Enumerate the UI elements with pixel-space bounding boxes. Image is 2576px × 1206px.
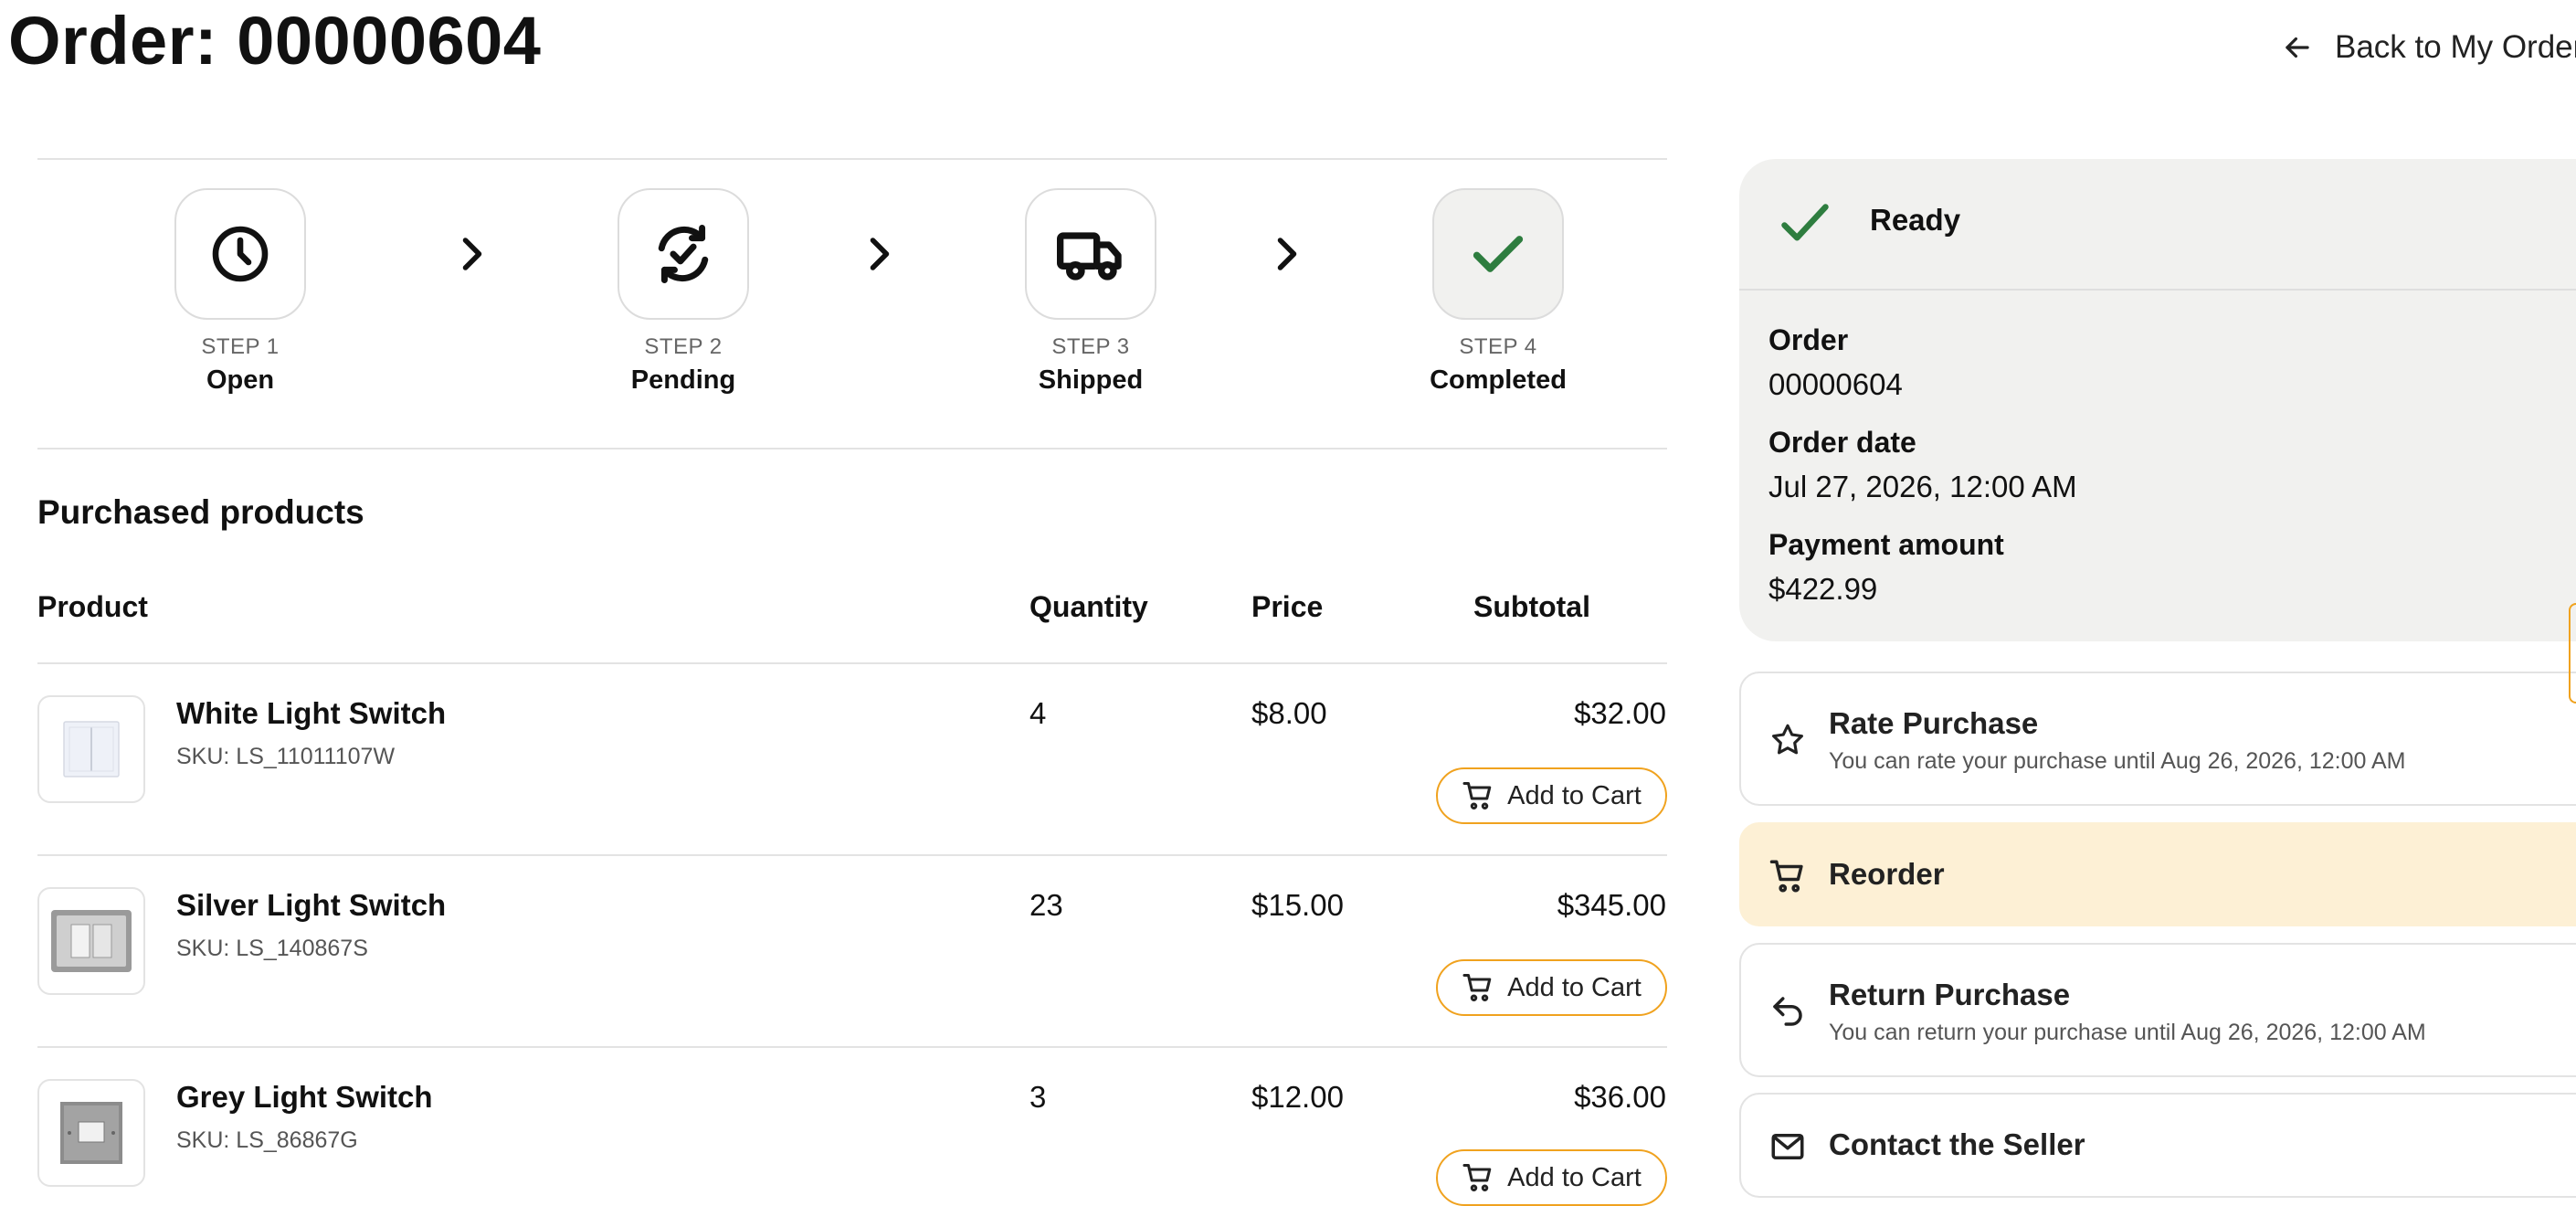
- product-price: $12.00: [1251, 1080, 1344, 1114]
- star-icon: [1768, 721, 1807, 759]
- clock-icon: [207, 221, 273, 287]
- product-thumbnail[interactable]: [37, 1079, 145, 1187]
- chevron-right-icon: [1273, 236, 1301, 272]
- product-subtotal: $36.00: [1574, 1080, 1666, 1114]
- product-subtotal: $345.00: [1557, 888, 1666, 922]
- page-title: Order: 00000604: [8, 3, 542, 79]
- product-quantity: 4: [1029, 696, 1047, 730]
- return-purchase-button[interactable]: Return Purchase You can return your purc…: [1739, 943, 2576, 1077]
- product-quantity: 3: [1029, 1080, 1047, 1114]
- rate-purchase-subtitle: You can rate your purchase until Aug 26,…: [1829, 748, 2406, 774]
- step-number: STEP 3: [1051, 334, 1130, 359]
- product-name[interactable]: Silver Light Switch: [176, 888, 446, 923]
- status-header: Ready: [1739, 159, 2576, 291]
- payment-amount-value: $422.99: [1768, 572, 1878, 606]
- return-purchase-title: Return Purchase: [1829, 978, 2071, 1011]
- step-completed: STEP 4 Completed: [1398, 188, 1599, 396]
- order-status: Ready: [1870, 203, 1961, 237]
- reorder-title: Reorder: [1829, 857, 1945, 891]
- chevron-right-icon: [459, 236, 486, 272]
- step-number: STEP 2: [644, 334, 723, 359]
- step-icon-box: [618, 188, 749, 320]
- product-name[interactable]: Grey Light Switch: [176, 1080, 433, 1115]
- product-name[interactable]: White Light Switch: [176, 696, 446, 731]
- reorder-button[interactable]: Reorder: [1739, 822, 2576, 926]
- truck-icon: [1054, 217, 1127, 291]
- product-sku: SKU: LS_11011107W: [176, 744, 396, 769]
- divider: [37, 1046, 1667, 1048]
- step-label: Completed: [1430, 365, 1567, 395]
- floating-tab-edge[interactable]: [2569, 603, 2576, 704]
- step-label: Pending: [630, 365, 736, 395]
- cart-icon: [1462, 1161, 1494, 1194]
- product-sku: SKU: LS_86867G: [176, 1127, 358, 1153]
- order-summary-card: Ready Order 00000604 Order date Jul 27, …: [1739, 159, 2576, 641]
- step-label: Shipped: [1038, 365, 1144, 395]
- step-icon-box: [1432, 188, 1564, 320]
- product-thumbnail[interactable]: [37, 887, 145, 995]
- cart-icon: [1462, 779, 1494, 812]
- step-icon-box: [174, 188, 306, 320]
- product-price: $8.00: [1251, 696, 1327, 730]
- step-label: Open: [206, 365, 275, 395]
- rate-purchase-title: Rate Purchase: [1829, 706, 2039, 740]
- add-to-cart-label: Add to Cart: [1507, 972, 1642, 1002]
- product-quantity: 23: [1029, 888, 1063, 922]
- return-purchase-subtitle: You can return your purchase until Aug 2…: [1829, 1020, 2426, 1045]
- cart-icon: [1768, 857, 1807, 895]
- cart-icon: [1462, 971, 1494, 1004]
- back-link-label: Back to My Orders: [2335, 29, 2576, 65]
- add-to-cart-label: Add to Cart: [1507, 780, 1642, 810]
- arrow-left-icon: [2280, 30, 2315, 65]
- check-icon: [1776, 196, 1834, 250]
- rate-purchase-button[interactable]: Rate Purchase You can rate your purchase…: [1739, 672, 2576, 806]
- divider: [37, 662, 1667, 664]
- product-thumbnail[interactable]: [37, 695, 145, 803]
- purchased-products-heading: Purchased products: [37, 493, 364, 531]
- column-header-product: Product: [37, 590, 148, 623]
- order-date-value: Jul 27, 2026, 12:00 AM: [1768, 470, 2077, 503]
- divider: [37, 158, 1667, 160]
- divider: [37, 448, 1667, 450]
- contact-seller-title: Contact the Seller: [1829, 1127, 2085, 1161]
- add-to-cart-button[interactable]: Add to Cart: [1436, 767, 1667, 824]
- divider: [37, 854, 1667, 856]
- product-price: $15.00: [1251, 888, 1344, 922]
- payment-amount-label: Payment amount: [1768, 528, 2004, 561]
- step-shipped: STEP 3 Shipped: [990, 188, 1191, 396]
- step-pending: STEP 2 Pending: [583, 188, 784, 396]
- mail-icon: [1768, 1127, 1807, 1166]
- step-open: STEP 1 Open: [140, 188, 341, 396]
- order-number-value: 00000604: [1768, 367, 1903, 401]
- add-to-cart-label: Add to Cart: [1507, 1162, 1642, 1192]
- column-header-price: Price: [1251, 590, 1324, 623]
- column-header-quantity: Quantity: [1029, 590, 1148, 623]
- contact-seller-button[interactable]: Contact the Seller: [1739, 1093, 2576, 1198]
- column-header-subtotal: Subtotal: [1473, 590, 1590, 623]
- step-number: STEP 4: [1459, 334, 1537, 359]
- sync-check-icon: [649, 219, 718, 289]
- chevron-right-icon: [866, 236, 893, 272]
- order-date-label: Order date: [1768, 426, 1916, 459]
- step-icon-box: [1025, 188, 1156, 320]
- step-number: STEP 1: [201, 334, 280, 359]
- undo-icon: [1768, 992, 1807, 1031]
- order-number-label: Order: [1768, 323, 1849, 356]
- product-subtotal: $32.00: [1574, 696, 1666, 730]
- add-to-cart-button[interactable]: Add to Cart: [1436, 1149, 1667, 1206]
- product-sku: SKU: LS_140867S: [176, 936, 368, 961]
- add-to-cart-button[interactable]: Add to Cart: [1436, 959, 1667, 1016]
- check-icon: [1466, 222, 1530, 286]
- back-to-orders-link[interactable]: Back to My Orders: [2280, 20, 2576, 75]
